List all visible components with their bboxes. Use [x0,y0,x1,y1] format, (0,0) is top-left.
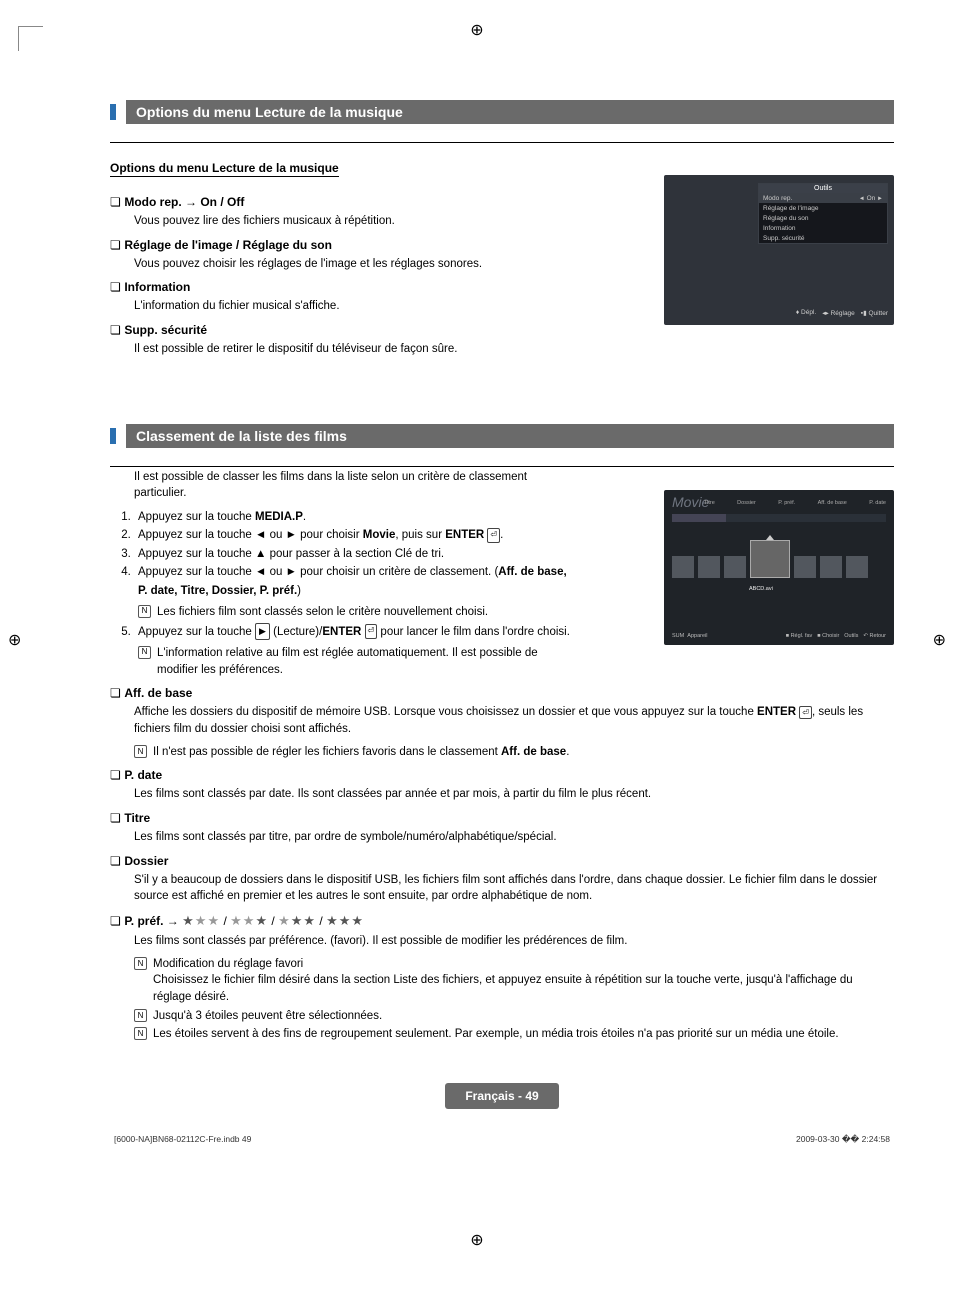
note-row: N Jusqu'à 3 étoiles peuvent être sélecti… [134,1008,894,1025]
option-aff-de-base: ❏ Aff. de base [110,686,894,700]
tools-title: Outils [759,184,887,193]
page-number-pill: Français - 49 [445,1083,558,1109]
movie-thumbs [672,540,886,578]
option-p-pref: ❏ P. préf. → ★★★ / ★★★ / ★★★ / ★★★ [110,913,894,929]
note-icon: N [134,1009,147,1022]
footer-timestamp: 2009-03-30 �� 2:24:58 [796,1134,890,1145]
step-4: Appuyez sur la touche ◄ ou ► pour choisi… [134,563,574,620]
movie-footer: SUM Appareil ■ Régl. fav ■ Choisir Outil… [672,633,886,639]
movie-sort-tabs: TitreDossierP. préf.Aff. de baseP. date [704,500,886,506]
option-desc: Les films sont classés par préférence. (… [134,933,894,950]
section-header-music-options: Options du menu Lecture de la musique [110,100,894,124]
tools-footer: ♦ Dépl. ◂▸ Réglage ▪▮ Quitter [796,309,888,317]
section-title: Options du menu Lecture de la musique [126,100,894,124]
option-supp-securite: ❏ Supp. sécurité [110,323,894,337]
movie-progress-bar [672,514,886,522]
note-row: N Modification du réglage favoriChoisiss… [134,956,894,1006]
tools-row: Réglage du son [759,213,887,223]
movie-list-screenshot: Movie TitreDossierP. préf.Aff. de baseP.… [664,490,894,645]
enter-icon: ⏎ [799,706,812,720]
star-rating-icon: ★★★ / ★★★ / ★★★ / ★★★ [182,914,364,928]
note-icon: N [134,1027,147,1040]
note-row: N Les étoiles servent à des fins de regr… [134,1026,894,1043]
enter-icon: ⏎ [487,528,500,543]
play-icon: ▶ [255,623,270,639]
option-desc: Les films sont classés par date. Ils son… [134,786,894,803]
footer-filename: [6000-NA]BN68-02112C-Fre.indb 49 [114,1134,251,1145]
section-header-film-sort: Classement de la liste des films [110,424,894,448]
page-content: Outils Modo rep. ◄ On ► Réglage de l'ima… [0,0,954,1280]
note-icon: N [138,605,151,618]
accent-bar-icon [110,428,116,444]
section-intro: Il est possible de classer les films dan… [134,469,574,502]
rule [110,142,894,143]
tools-row: Supp. sécurité [759,233,887,243]
note-row: N Il n'est pas possible de régler les fi… [134,744,894,761]
rule [110,466,894,467]
print-registration-mark: ⊕ [470,1230,483,1250]
option-p-date: ❏ P. date [110,768,894,782]
tools-menu-screenshot: Outils Modo rep. ◄ On ► Réglage de l'ima… [664,175,894,325]
page-footer: Français - 49 [110,1083,894,1109]
note-icon: N [134,745,147,758]
movie-selected-label: ABCD.avi [749,586,773,592]
enter-icon: ⏎ [365,624,378,639]
note-icon: N [134,957,147,970]
tools-row-selected: Modo rep. ◄ On ► [759,193,887,203]
note-icon: N [138,646,151,659]
print-job-footer: [6000-NA]BN68-02112C-Fre.indb 49 2009-03… [110,1134,894,1145]
option-desc: S'il y a beaucoup de dossiers dans le di… [134,872,894,905]
section-title: Classement de la liste des films [126,424,894,448]
tools-row: Information [759,223,887,233]
accent-bar-icon [110,104,116,120]
option-desc: Les films sont classés par titre, par or… [134,829,894,846]
option-desc: Il est possible de retirer le dispositif… [134,341,894,358]
option-titre: ❏ Titre [110,811,894,825]
subsection-title: Options du menu Lecture de la musique [110,161,339,177]
option-desc: Affiche les dossiers du dispositif de mé… [134,704,894,737]
option-dossier: ❏ Dossier [110,854,894,868]
tools-row: Réglage de l'image [759,203,887,213]
step-5: Appuyez sur la touche ▶ (Lecture)/ENTER … [134,623,574,679]
